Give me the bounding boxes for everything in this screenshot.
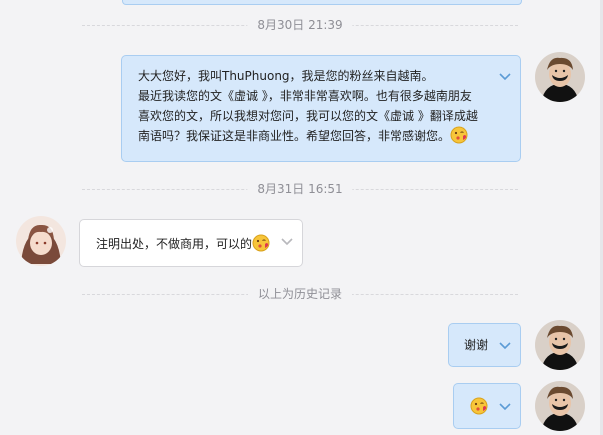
contact-message-bubble[interactable]: 注明出处，不做商用，可以的 xyxy=(79,219,303,267)
my-avatar[interactable] xyxy=(535,320,585,370)
message-line: 喜欢您的文，所以我想对您问，我可以您的文《虚诚 》翻译成越 xyxy=(138,109,478,123)
my-avatar[interactable] xyxy=(535,52,585,102)
previous-message-bubble xyxy=(122,0,522,5)
message-line: 南语吗？我保证这是非商业性。希望您回答，非常感谢您。 xyxy=(138,126,498,146)
my-message-bubble[interactable]: 谢谢 xyxy=(448,323,521,367)
timestamp-divider: 8月30日 21:39 xyxy=(82,16,518,34)
kissing-emoji-icon xyxy=(450,126,468,144)
message-text: 谢谢 xyxy=(464,338,489,352)
my-avatar[interactable] xyxy=(535,381,585,431)
contact-avatar[interactable] xyxy=(16,216,66,266)
chevron-down-icon[interactable] xyxy=(498,72,512,82)
history-divider: 以上为历史记录 xyxy=(82,285,518,303)
timestamp-label: 8月31日 16:51 xyxy=(247,180,353,198)
history-label: 以上为历史记录 xyxy=(247,285,353,303)
message-line: 大大您好，我叫ThuPhuong，我是您的粉丝来自越南。 xyxy=(138,69,434,83)
chevron-down-icon[interactable] xyxy=(498,402,512,412)
message-text: 注明出处，不做商用，可以的 xyxy=(96,234,270,254)
chevron-down-icon[interactable] xyxy=(280,237,294,247)
message-text: 大大您好，我叫ThuPhuong，我是您的粉丝来自越南。 最近我读您的文《虚诚 … xyxy=(138,66,498,146)
chevron-down-icon[interactable] xyxy=(498,341,512,351)
my-message-bubble[interactable]: 大大您好，我叫ThuPhuong，我是您的粉丝来自越南。 最近我读您的文《虚诚 … xyxy=(121,55,521,162)
message-line: 最近我读您的文《虚诚 》，非常非常喜欢啊。也有很多越南朋友 xyxy=(138,89,472,103)
timestamp-divider: 8月31日 16:51 xyxy=(82,180,518,198)
my-message-bubble[interactable] xyxy=(453,383,521,429)
timestamp-label: 8月30日 21:39 xyxy=(247,16,353,34)
kissing-emoji-icon xyxy=(470,397,488,415)
kissing-emoji-icon xyxy=(252,234,270,252)
